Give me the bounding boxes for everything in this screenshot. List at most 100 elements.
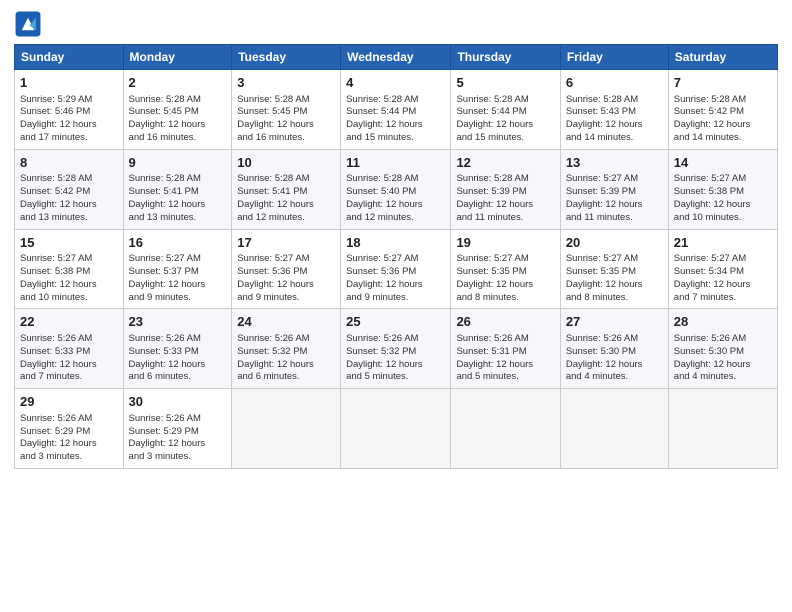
calendar-cell: 8Sunrise: 5:28 AMSunset: 5:42 PMDaylight… <box>15 149 124 229</box>
day-info: Daylight: 12 hours <box>20 279 118 292</box>
day-info: and 3 minutes. <box>20 451 118 464</box>
calendar-cell: 12Sunrise: 5:28 AMSunset: 5:39 PMDayligh… <box>451 149 560 229</box>
day-info: Sunrise: 5:26 AM <box>237 333 335 346</box>
day-info: Sunrise: 5:28 AM <box>237 94 335 107</box>
day-info: Daylight: 12 hours <box>129 438 227 451</box>
day-info: and 16 minutes. <box>129 132 227 145</box>
day-info: Sunset: 5:39 PM <box>456 186 554 199</box>
day-number: 15 <box>20 234 118 252</box>
calendar-cell: 2Sunrise: 5:28 AMSunset: 5:45 PMDaylight… <box>123 70 232 150</box>
day-number: 9 <box>129 154 227 172</box>
calendar-cell: 19Sunrise: 5:27 AMSunset: 5:35 PMDayligh… <box>451 229 560 309</box>
calendar-cell: 25Sunrise: 5:26 AMSunset: 5:32 PMDayligh… <box>341 309 451 389</box>
day-number: 19 <box>456 234 554 252</box>
day-info: Sunset: 5:41 PM <box>129 186 227 199</box>
day-number: 11 <box>346 154 445 172</box>
calendar-cell <box>451 389 560 469</box>
day-info: Sunset: 5:45 PM <box>129 106 227 119</box>
day-info: Sunset: 5:33 PM <box>20 346 118 359</box>
day-number: 18 <box>346 234 445 252</box>
day-info: Sunset: 5:29 PM <box>20 426 118 439</box>
calendar-cell: 14Sunrise: 5:27 AMSunset: 5:38 PMDayligh… <box>668 149 777 229</box>
logo <box>14 10 46 38</box>
day-number: 25 <box>346 313 445 331</box>
calendar-cell: 16Sunrise: 5:27 AMSunset: 5:37 PMDayligh… <box>123 229 232 309</box>
day-info: and 3 minutes. <box>129 451 227 464</box>
day-number: 2 <box>129 74 227 92</box>
day-number: 30 <box>129 393 227 411</box>
day-info: Sunset: 5:44 PM <box>346 106 445 119</box>
day-info: Daylight: 12 hours <box>346 119 445 132</box>
day-info: Daylight: 12 hours <box>346 279 445 292</box>
day-info: Sunrise: 5:29 AM <box>20 94 118 107</box>
calendar-cell: 9Sunrise: 5:28 AMSunset: 5:41 PMDaylight… <box>123 149 232 229</box>
day-info: Sunset: 5:30 PM <box>566 346 663 359</box>
calendar-cell: 21Sunrise: 5:27 AMSunset: 5:34 PMDayligh… <box>668 229 777 309</box>
weekday-header-thursday: Thursday <box>451 45 560 70</box>
calendar-cell: 11Sunrise: 5:28 AMSunset: 5:40 PMDayligh… <box>341 149 451 229</box>
day-info: and 16 minutes. <box>237 132 335 145</box>
page-container: SundayMondayTuesdayWednesdayThursdayFrid… <box>0 0 792 479</box>
day-info: Daylight: 12 hours <box>237 279 335 292</box>
logo-icon <box>14 10 42 38</box>
day-info: and 10 minutes. <box>674 212 772 225</box>
day-info: Sunrise: 5:26 AM <box>20 333 118 346</box>
day-info: Sunrise: 5:26 AM <box>674 333 772 346</box>
day-info: Sunrise: 5:26 AM <box>566 333 663 346</box>
day-info: Daylight: 12 hours <box>20 438 118 451</box>
calendar-cell: 6Sunrise: 5:28 AMSunset: 5:43 PMDaylight… <box>560 70 668 150</box>
weekday-header-tuesday: Tuesday <box>232 45 341 70</box>
calendar-cell <box>232 389 341 469</box>
day-number: 8 <box>20 154 118 172</box>
day-number: 23 <box>129 313 227 331</box>
day-info: Sunset: 5:46 PM <box>20 106 118 119</box>
day-info: Sunrise: 5:26 AM <box>129 333 227 346</box>
day-info: Daylight: 12 hours <box>20 119 118 132</box>
calendar-cell <box>341 389 451 469</box>
day-info: Sunrise: 5:28 AM <box>346 94 445 107</box>
day-info: Sunset: 5:34 PM <box>674 266 772 279</box>
day-info: and 13 minutes. <box>129 212 227 225</box>
day-info: Sunrise: 5:27 AM <box>20 253 118 266</box>
calendar-cell: 4Sunrise: 5:28 AMSunset: 5:44 PMDaylight… <box>341 70 451 150</box>
calendar-cell: 28Sunrise: 5:26 AMSunset: 5:30 PMDayligh… <box>668 309 777 389</box>
calendar-week-row: 22Sunrise: 5:26 AMSunset: 5:33 PMDayligh… <box>15 309 778 389</box>
day-info: Sunset: 5:39 PM <box>566 186 663 199</box>
day-info: and 10 minutes. <box>20 292 118 305</box>
day-info: Daylight: 12 hours <box>346 199 445 212</box>
day-info: Daylight: 12 hours <box>674 359 772 372</box>
day-info: Sunset: 5:42 PM <box>20 186 118 199</box>
day-info: and 13 minutes. <box>20 212 118 225</box>
day-info: and 5 minutes. <box>346 371 445 384</box>
weekday-header-sunday: Sunday <box>15 45 124 70</box>
day-info: Sunrise: 5:26 AM <box>346 333 445 346</box>
day-info: Sunrise: 5:27 AM <box>456 253 554 266</box>
day-info: Sunrise: 5:28 AM <box>456 94 554 107</box>
day-info: Sunrise: 5:28 AM <box>456 173 554 186</box>
calendar-week-row: 15Sunrise: 5:27 AMSunset: 5:38 PMDayligh… <box>15 229 778 309</box>
day-info: Sunrise: 5:28 AM <box>674 94 772 107</box>
day-info: Sunset: 5:41 PM <box>237 186 335 199</box>
day-info: and 5 minutes. <box>456 371 554 384</box>
calendar-cell: 18Sunrise: 5:27 AMSunset: 5:36 PMDayligh… <box>341 229 451 309</box>
day-number: 17 <box>237 234 335 252</box>
calendar-week-row: 8Sunrise: 5:28 AMSunset: 5:42 PMDaylight… <box>15 149 778 229</box>
day-number: 7 <box>674 74 772 92</box>
calendar-cell: 3Sunrise: 5:28 AMSunset: 5:45 PMDaylight… <box>232 70 341 150</box>
day-info: and 7 minutes. <box>674 292 772 305</box>
day-info: Sunset: 5:45 PM <box>237 106 335 119</box>
calendar-cell: 7Sunrise: 5:28 AMSunset: 5:42 PMDaylight… <box>668 70 777 150</box>
calendar-cell: 20Sunrise: 5:27 AMSunset: 5:35 PMDayligh… <box>560 229 668 309</box>
day-info: Sunrise: 5:28 AM <box>20 173 118 186</box>
day-info: Sunset: 5:30 PM <box>674 346 772 359</box>
day-info: Sunrise: 5:27 AM <box>674 253 772 266</box>
calendar-cell: 24Sunrise: 5:26 AMSunset: 5:32 PMDayligh… <box>232 309 341 389</box>
weekday-header-friday: Friday <box>560 45 668 70</box>
day-info: Sunrise: 5:27 AM <box>566 173 663 186</box>
calendar-cell: 17Sunrise: 5:27 AMSunset: 5:36 PMDayligh… <box>232 229 341 309</box>
calendar-cell: 5Sunrise: 5:28 AMSunset: 5:44 PMDaylight… <box>451 70 560 150</box>
day-info: Daylight: 12 hours <box>456 119 554 132</box>
day-number: 6 <box>566 74 663 92</box>
day-info: and 9 minutes. <box>346 292 445 305</box>
calendar-week-row: 1Sunrise: 5:29 AMSunset: 5:46 PMDaylight… <box>15 70 778 150</box>
